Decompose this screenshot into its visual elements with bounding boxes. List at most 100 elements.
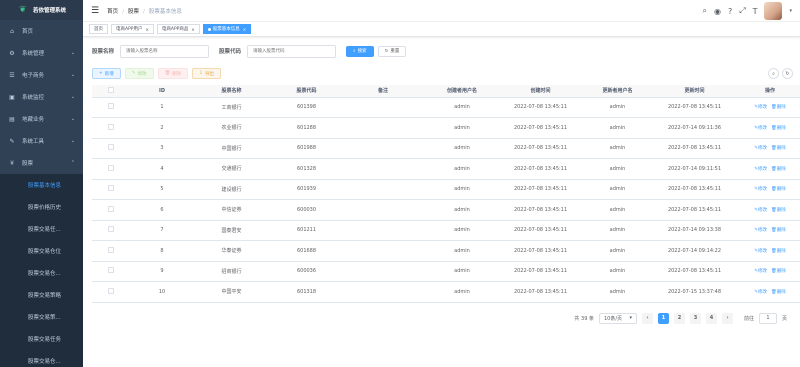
stock-code-input[interactable] bbox=[247, 44, 337, 58]
page-button-2[interactable]: 2 bbox=[673, 312, 685, 324]
row-checkbox[interactable] bbox=[108, 164, 114, 171]
sidebar-subitem-6[interactable]: 股票交易策... bbox=[0, 306, 83, 328]
row-edit-button[interactable]: ✎修改 bbox=[754, 269, 767, 274]
table-cell: 2022-07-08 13:45:11 bbox=[502, 158, 579, 180]
delete-button[interactable]: 🗑 删除 bbox=[157, 68, 189, 79]
sidebar-item-1[interactable]: ⚙ 系统管理 ⌄ bbox=[0, 42, 83, 64]
row-delete-button[interactable]: 🗑删除 bbox=[771, 126, 786, 131]
row-edit-button[interactable]: ✎修改 bbox=[754, 146, 767, 151]
row-edit-button[interactable]: ✎修改 bbox=[754, 249, 767, 254]
prev-page-button[interactable]: ‹ bbox=[641, 312, 653, 324]
sidebar-subitem-1[interactable]: 股票价格历史 bbox=[0, 196, 83, 218]
search-button[interactable]: ⌕ 搜索 bbox=[346, 45, 374, 57]
row-delete-button[interactable]: 🗑删除 bbox=[771, 228, 786, 233]
row-edit-button[interactable]: ✎修改 bbox=[754, 290, 767, 295]
tab-0[interactable]: 首页 bbox=[89, 24, 108, 34]
row-delete-button[interactable]: 🗑删除 bbox=[771, 146, 786, 151]
row-checkbox[interactable] bbox=[108, 226, 114, 233]
breadcrumb-item[interactable]: 股票 bbox=[128, 9, 139, 15]
row-checkbox[interactable] bbox=[108, 123, 114, 130]
font-size-icon[interactable]: T bbox=[753, 7, 758, 16]
app-logo[interactable]: ❦ 若依管理系统 bbox=[0, 0, 83, 20]
export-button[interactable]: ⇩ 导出 bbox=[192, 68, 222, 79]
row-edit-label: 修改 bbox=[758, 146, 768, 152]
column-header: 创建者用户名 bbox=[422, 85, 502, 98]
github-icon[interactable]: ◉ bbox=[714, 7, 721, 16]
row-checkbox[interactable] bbox=[108, 103, 114, 110]
sidebar-item-label: 系统管理 bbox=[22, 51, 45, 57]
row-edit-button[interactable]: ✎修改 bbox=[754, 167, 767, 172]
sidebar-subitem-4[interactable]: 股票交易仓... bbox=[0, 262, 83, 284]
sidebar-subitem-0[interactable]: 股票基本信息 bbox=[0, 174, 83, 196]
toggle-search-icon[interactable]: ⌕ bbox=[768, 68, 779, 79]
page-button-1[interactable]: 1 bbox=[657, 312, 669, 324]
sidebar-subitem-3[interactable]: 股票交易仓位 bbox=[0, 240, 83, 262]
add-button[interactable]: + 新增 bbox=[92, 68, 121, 79]
avatar[interactable] bbox=[764, 2, 783, 20]
table-cell: admin bbox=[579, 117, 656, 139]
sidebar-subitem-5[interactable]: 股票交易策略 bbox=[0, 284, 83, 306]
edit-button[interactable]: ✎ 修改 bbox=[124, 68, 154, 79]
row-edit-button[interactable]: ✎修改 bbox=[754, 126, 767, 131]
table-cell: 2022-07-08 13:45:11 bbox=[502, 117, 579, 139]
sidebar-item-2[interactable]: ☰ 电子商务 ⌄ bbox=[0, 64, 83, 86]
table-cell bbox=[344, 261, 422, 282]
tab-1[interactable]: 电商APP用户 × bbox=[111, 24, 154, 34]
caret-down-icon[interactable]: ▾ bbox=[789, 8, 792, 14]
sidebar-subitem-8[interactable]: 股票交易仓... bbox=[0, 350, 83, 367]
row-checkbox[interactable] bbox=[108, 144, 114, 151]
help-icon[interactable]: ? bbox=[728, 7, 732, 16]
row-edit-button[interactable]: ✎修改 bbox=[754, 228, 767, 233]
stock-table: ID 股票名称 股票代码 备注 创建者用户名 创建时间 更新者用户名 更新时间 操作 1 工商银行… bbox=[92, 85, 800, 303]
search-icon[interactable]: ⌕ bbox=[702, 6, 706, 16]
row-checkbox[interactable] bbox=[108, 267, 114, 274]
reset-button[interactable]: ↻ 重置 bbox=[377, 45, 407, 57]
sidebar-subitem-2[interactable]: 股票交易任... bbox=[0, 218, 83, 240]
row-checkbox[interactable] bbox=[108, 246, 114, 253]
sidebar-item-6[interactable]: ¥ 股票 ⌃ bbox=[0, 152, 83, 174]
table-cell: 招商银行 bbox=[194, 261, 269, 282]
tab-2[interactable]: 电商APP商品 × bbox=[156, 24, 200, 34]
page-button-3[interactable]: 3 bbox=[689, 312, 701, 324]
row-checkbox[interactable] bbox=[108, 205, 114, 212]
row-delete-button[interactable]: 🗑删除 bbox=[771, 187, 786, 192]
sidebar-subitem-7[interactable]: 股票交易任务 bbox=[0, 328, 83, 350]
close-icon[interactable]: × bbox=[146, 27, 149, 32]
row-actions: ✎修改 🗑删除 bbox=[733, 199, 800, 221]
page-button-4[interactable]: 4 bbox=[705, 312, 717, 324]
table-cell: 国泰君安 bbox=[194, 220, 269, 241]
sidebar-item-4[interactable]: ▤ 地藏业务 ⌄ bbox=[0, 108, 83, 130]
row-edit-button[interactable]: ✎修改 bbox=[754, 105, 767, 110]
next-page-button[interactable]: › bbox=[721, 312, 733, 324]
row-delete-button[interactable]: 🗑删除 bbox=[771, 105, 786, 110]
tab-3[interactable]: 股票基本信息 × bbox=[202, 24, 252, 34]
sidebar-item-0[interactable]: ⌂ 首页 bbox=[0, 20, 83, 42]
row-delete-button[interactable]: 🗑删除 bbox=[771, 208, 786, 213]
table-row: 9 招商银行 600036 admin 2022-07-08 13:45:11 admin… bbox=[92, 261, 800, 282]
table-cell bbox=[344, 179, 422, 200]
stock-name-input[interactable] bbox=[120, 44, 210, 58]
table-cell: 601688 bbox=[269, 240, 344, 262]
sidebar-item-5[interactable]: ✎ 系统工具 ⌄ bbox=[0, 130, 83, 152]
row-delete-button[interactable]: 🗑删除 bbox=[771, 249, 786, 254]
refresh-icon[interactable]: ↻ bbox=[782, 68, 793, 79]
select-all-checkbox[interactable] bbox=[108, 86, 114, 93]
goto-page-input[interactable]: 1 bbox=[758, 312, 777, 324]
system-icon: ⚙ bbox=[9, 49, 15, 57]
breadcrumb-item[interactable]: 首页 bbox=[107, 9, 118, 15]
row-checkbox[interactable] bbox=[108, 185, 114, 192]
row-delete-button[interactable]: 🗑删除 bbox=[771, 290, 786, 295]
page-size-select[interactable]: 10条/页 ▾ bbox=[598, 312, 637, 324]
row-actions: ✎修改 🗑删除 bbox=[733, 261, 800, 282]
fullscreen-icon[interactable]: ⤢ bbox=[739, 6, 745, 16]
row-edit-button[interactable]: ✎修改 bbox=[754, 187, 767, 192]
row-delete-button[interactable]: 🗑删除 bbox=[771, 167, 786, 172]
hamburger-icon[interactable]: ☰ bbox=[91, 6, 99, 16]
row-edit-label: 修改 bbox=[758, 228, 768, 234]
close-icon[interactable]: × bbox=[191, 27, 194, 32]
row-edit-button[interactable]: ✎修改 bbox=[754, 208, 767, 213]
row-checkbox[interactable] bbox=[108, 287, 114, 294]
row-delete-button[interactable]: 🗑删除 bbox=[771, 269, 786, 274]
sidebar-item-3[interactable]: ▣ 系统监控 ⌄ bbox=[0, 86, 83, 108]
close-icon[interactable]: × bbox=[243, 27, 246, 32]
